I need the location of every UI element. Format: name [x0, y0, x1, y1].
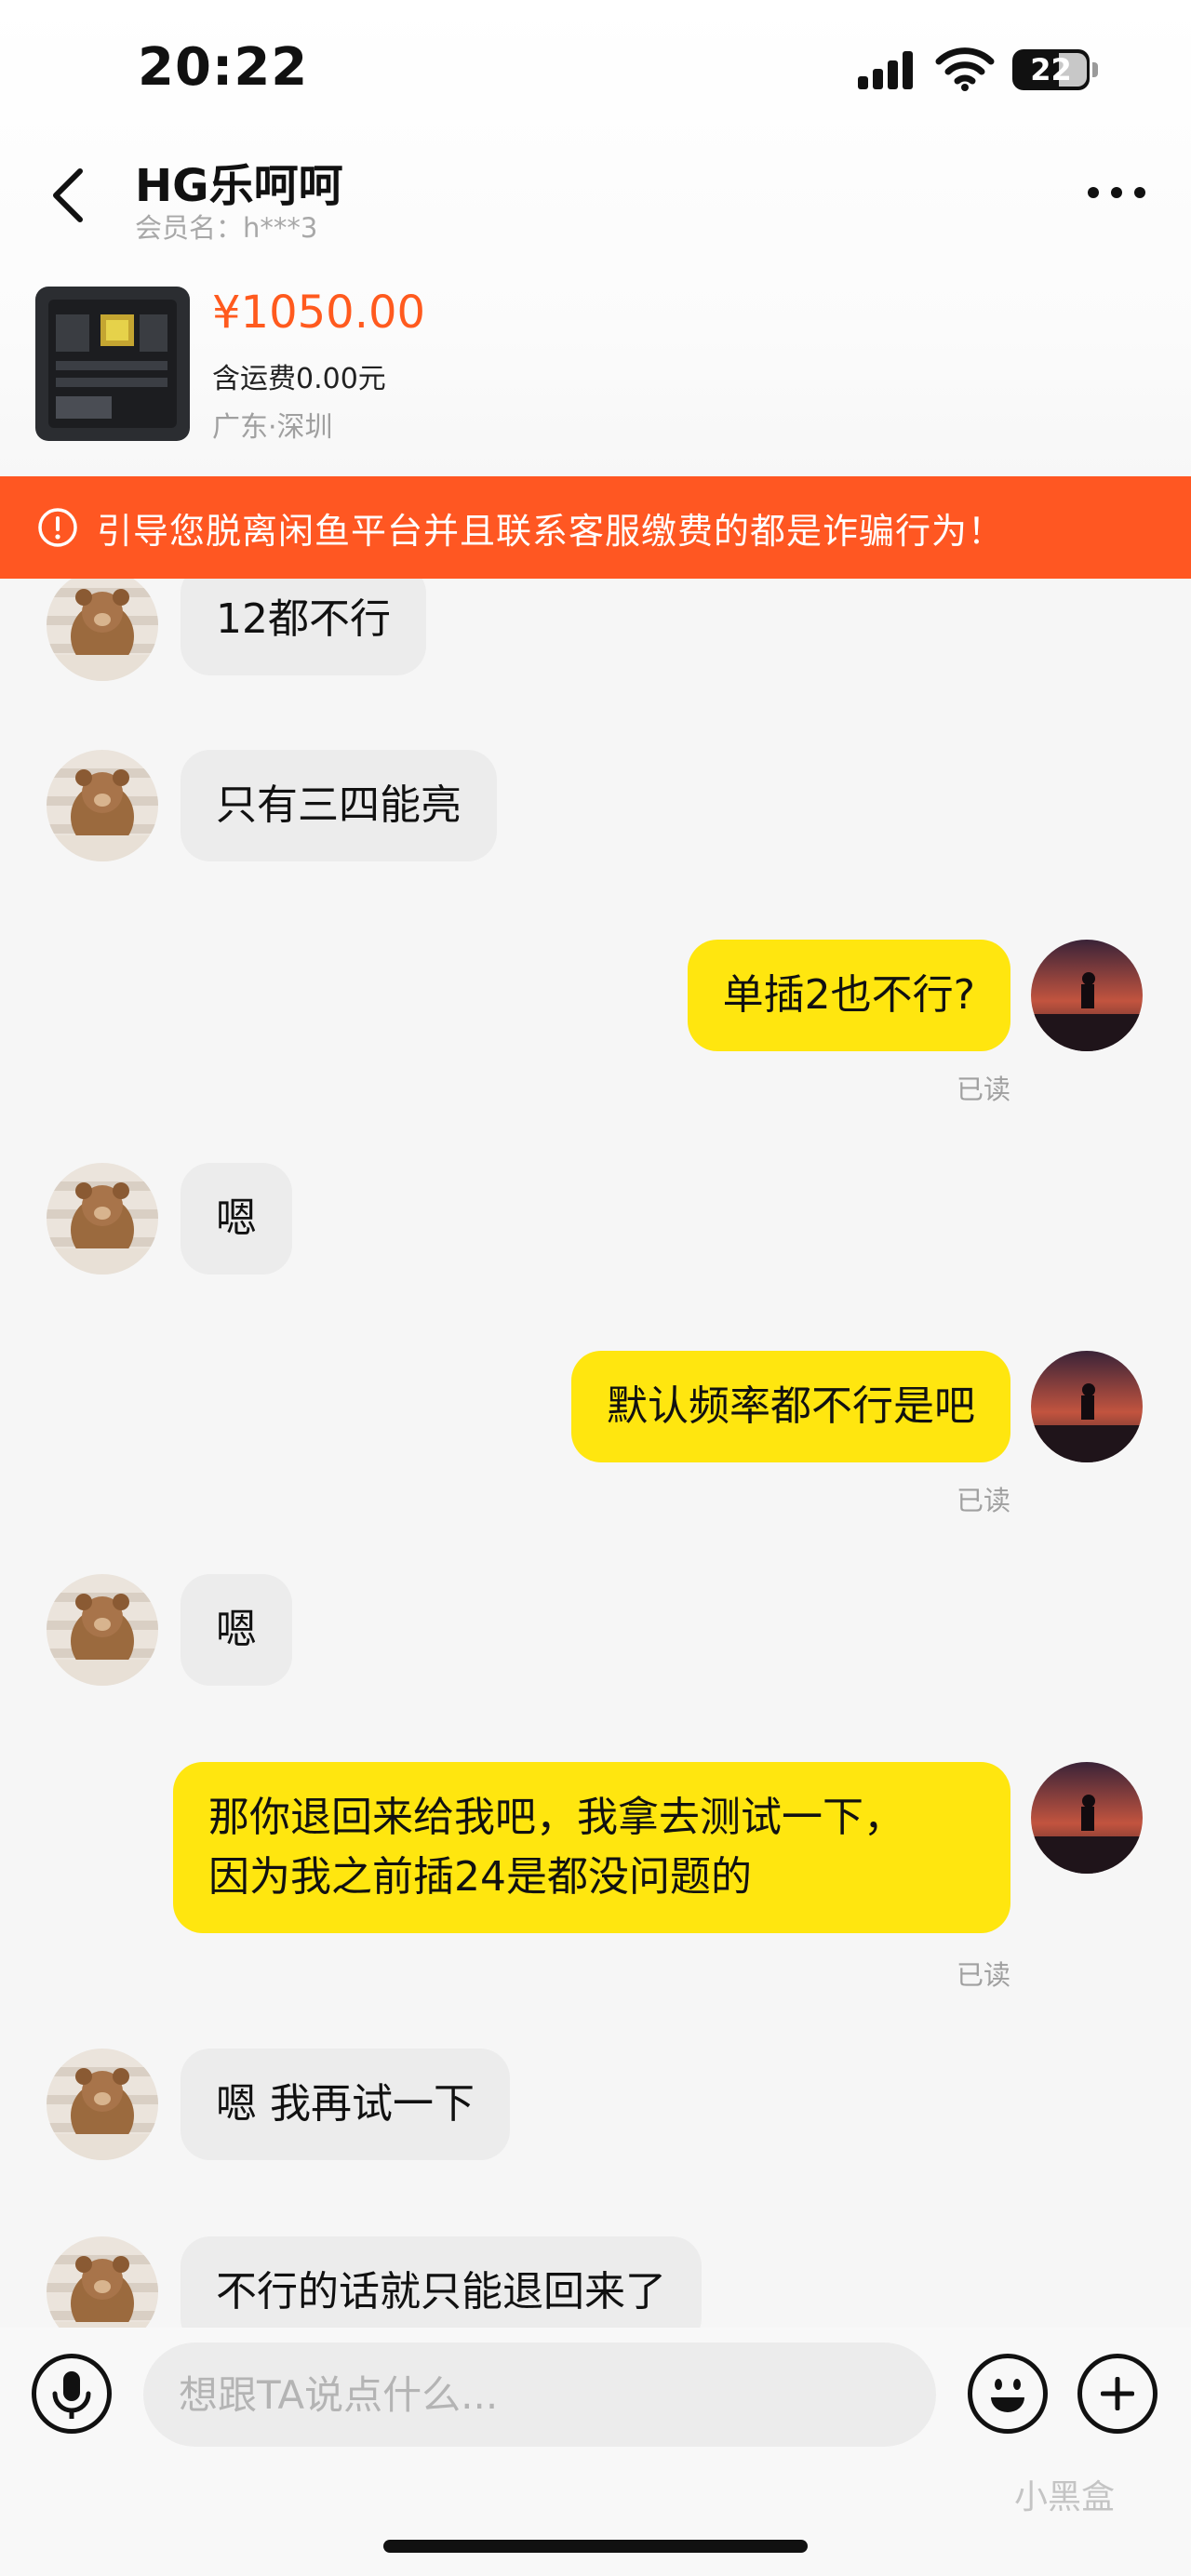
incoming-message[interactable]: 嗯: [181, 1574, 292, 1686]
incoming-message[interactable]: 12都不行: [181, 579, 426, 675]
status-time: 20:22: [138, 37, 309, 98]
outgoing-message[interactable]: 那你退回来给我吧，我拿去测试一下， 因为我之前插24是都没问题的: [173, 1762, 1010, 1933]
incoming-message[interactable]: 嗯: [181, 1163, 292, 1275]
message-line: 因为我之前插24是都没问题的: [208, 1853, 752, 1901]
my-avatar[interactable]: [1031, 940, 1143, 1051]
emoji-icon: [991, 2379, 1024, 2412]
read-receipt: 已读: [956, 1485, 1010, 1516]
warning-text: 引导您脱离闲鱼平台并且联系客服缴费的都是诈骗行为！: [97, 510, 1005, 552]
message-input[interactable]: [143, 2342, 936, 2447]
battery-level: 22: [1030, 52, 1072, 87]
outgoing-message[interactable]: 单插2也不行?: [687, 940, 1010, 1051]
message-list[interactable]: 12都不行 只有三四能亮 单插2也不行? 已读 嗯 默认频率都不行是吧 已读 嗯: [0, 579, 1191, 2328]
shipping-info: 含运费0.00元: [212, 363, 386, 395]
incoming-message[interactable]: 嗯 我再试一下: [181, 2049, 510, 2160]
member-name: 会员名：h***3: [135, 212, 318, 244]
warning-icon: [38, 508, 77, 547]
signal-icon: [858, 51, 913, 89]
chat-screen: 20:22 22 HG乐呵呵 会员名：h***3 ¥1050.00 含运费0.0…: [0, 0, 1191, 2576]
seller-avatar[interactable]: [47, 2236, 158, 2328]
chat-header: HG乐呵呵 会员名：h***3: [0, 140, 1191, 251]
seller-name[interactable]: HG乐呵呵: [135, 149, 343, 214]
battery-body: 22: [1012, 49, 1091, 90]
voice-button[interactable]: [32, 2354, 112, 2434]
seller-avatar[interactable]: [47, 1574, 158, 1686]
wifi-icon: [935, 47, 995, 91]
my-avatar[interactable]: [1031, 1762, 1143, 1874]
read-receipt: 已读: [956, 1959, 1010, 1991]
message-line: 那你退回来给我吧，我拿去测试一下，: [208, 1794, 904, 1841]
product-card[interactable]: ¥1050.00 含运费0.00元 广东·深圳: [0, 279, 1191, 447]
more-actions-button[interactable]: [1077, 2354, 1158, 2434]
seller-avatar[interactable]: [47, 579, 158, 681]
seller-avatar[interactable]: [47, 2049, 158, 2160]
battery-cap: [1092, 62, 1098, 77]
fraud-warning-banner: 引导您脱离闲鱼平台并且联系客服缴费的都是诈骗行为！: [0, 476, 1191, 579]
back-icon[interactable]: [47, 166, 93, 225]
more-icon[interactable]: [1084, 179, 1149, 207]
watermark: 小黑盒: [1014, 2478, 1116, 2516]
incoming-message[interactable]: 不行的话就只能退回来了: [181, 2236, 702, 2328]
product-thumbnail[interactable]: [35, 287, 190, 441]
read-receipt: 已读: [956, 1074, 1010, 1105]
home-indicator[interactable]: [383, 2540, 808, 2553]
product-price: ¥1050.00: [212, 287, 426, 339]
my-avatar[interactable]: [1031, 1351, 1143, 1462]
battery-indicator: 22: [1012, 48, 1098, 91]
seller-avatar[interactable]: [47, 1163, 158, 1275]
product-location: 广东·深圳: [212, 411, 333, 444]
incoming-message[interactable]: 只有三四能亮: [181, 750, 497, 861]
plus-icon: [1101, 2377, 1134, 2410]
seller-avatar[interactable]: [47, 750, 158, 861]
outgoing-message[interactable]: 默认频率都不行是吧: [571, 1351, 1010, 1462]
mic-icon: [52, 2371, 91, 2419]
status-bar: 20:22 22: [0, 0, 1191, 140]
emoji-button[interactable]: [968, 2354, 1048, 2434]
